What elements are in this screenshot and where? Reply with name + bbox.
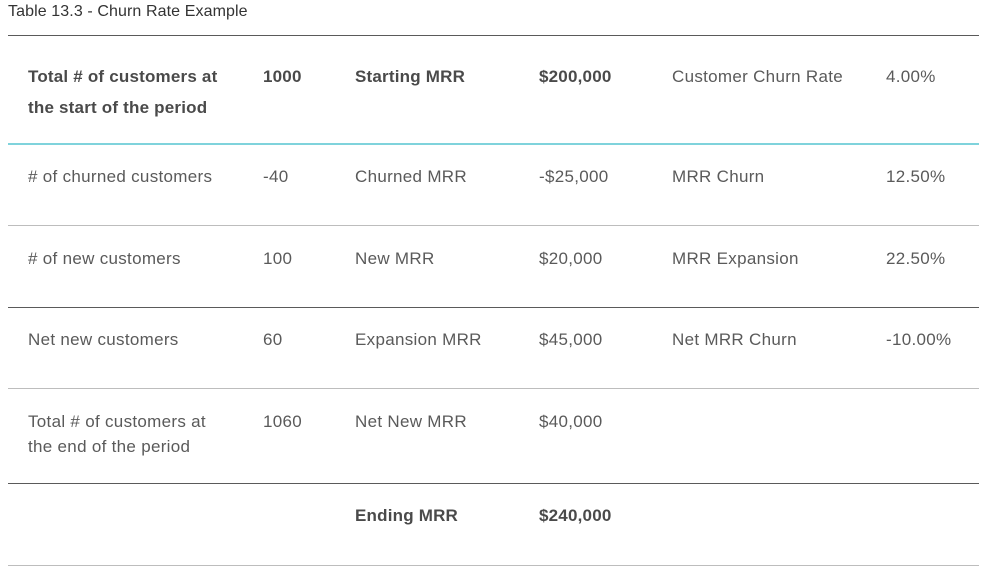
header-separator — [8, 143, 979, 145]
header-mrr-value: $200,000 — [539, 67, 612, 86]
metric-label: Net MRR Churn — [672, 330, 797, 349]
row-separator — [8, 483, 979, 484]
mrr-label: Expansion MRR — [355, 330, 482, 349]
mrr-value: $45,000 — [539, 330, 603, 349]
metric-label: MRR Churn — [672, 167, 765, 186]
customers-label: Net new customers — [28, 330, 179, 349]
mrr-value: $40,000 — [539, 412, 603, 431]
mrr-value: -$25,000 — [539, 167, 609, 186]
metric-value: 22.50% — [886, 249, 946, 268]
table-caption: Table 13.3 - Churn Rate Example — [8, 3, 248, 20]
metric-value: -10.00% — [886, 330, 952, 349]
customers-label: Total # of customers at the end of the p… — [28, 412, 206, 456]
header-customers-value: 1000 — [263, 67, 302, 86]
customers-value: 100 — [263, 249, 293, 268]
customers-value: 60 — [263, 330, 283, 349]
header-metric-value: 4.00% — [886, 67, 936, 86]
customers-label: # of churned customers — [28, 167, 213, 186]
table-top-rule — [8, 35, 979, 36]
footer-mrr-label: Ending MRR — [355, 506, 459, 525]
table-bottom-rule — [8, 565, 979, 566]
row-separator — [8, 388, 979, 389]
customers-label: # of new customers — [28, 249, 181, 268]
customers-value: 1060 — [263, 412, 303, 431]
mrr-value: $20,000 — [539, 249, 603, 268]
header-customers-label: Total # of customers at the start of the… — [28, 67, 218, 117]
metric-value: 12.50% — [886, 167, 946, 186]
mrr-label: New MRR — [355, 249, 435, 268]
header-mrr-label: Starting MRR — [355, 67, 466, 86]
row-separator — [8, 307, 979, 308]
customers-value: -40 — [263, 167, 289, 186]
mrr-label: Net New MRR — [355, 412, 467, 431]
header-metric-label: Customer Churn Rate — [672, 67, 844, 86]
row-separator — [8, 225, 979, 226]
mrr-label: Churned MRR — [355, 167, 467, 186]
footer-mrr-value: $240,000 — [539, 506, 612, 525]
metric-label: MRR Expansion — [672, 249, 799, 268]
